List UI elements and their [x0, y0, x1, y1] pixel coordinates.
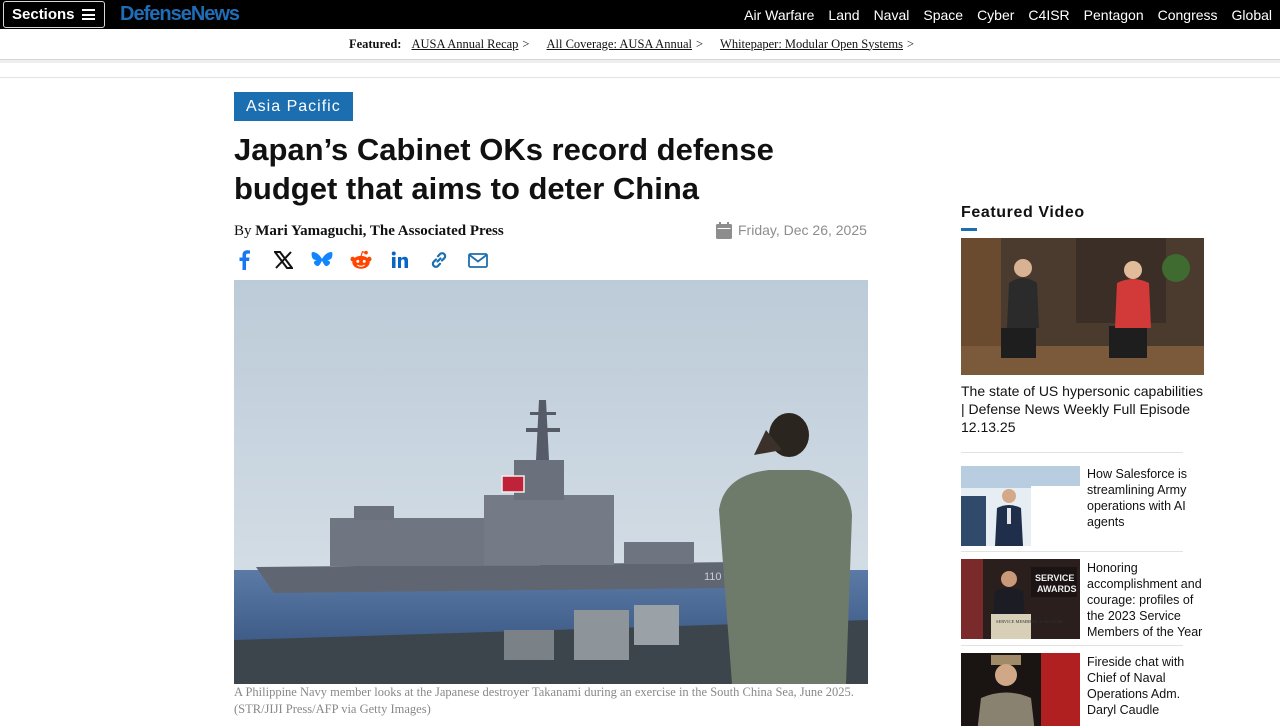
- header-divider: [0, 60, 1280, 63]
- related-thumbnail[interactable]: SERVICE AWARDS SERVICE MEMBERS of the YE…: [961, 559, 1080, 639]
- article-headline: Japan’s Cabinet OKs record defense budge…: [234, 132, 774, 206]
- sidebar-divider: [961, 452, 1183, 453]
- featured-link-whitepaper[interactable]: Whitepaper: Modular Open Systems: [720, 37, 903, 52]
- chevron-right-icon: >: [695, 36, 704, 51]
- sidebar-divider: [961, 645, 1183, 646]
- nav-link-cyber[interactable]: Cyber: [977, 7, 1014, 23]
- featured-video-title[interactable]: The state of US hypersonic capabilities …: [961, 382, 1204, 436]
- related-story-title[interactable]: Fireside chat with Chief of Naval Operat…: [1087, 654, 1209, 718]
- ad-slot-divider: [0, 77, 1280, 78]
- hero-image: 110: [234, 280, 868, 684]
- related-story-title[interactable]: How Salesforce is streamlining Army oper…: [1087, 466, 1209, 530]
- featured-label: Featured:: [348, 36, 402, 51]
- nav-link-congress[interactable]: Congress: [1158, 7, 1218, 23]
- link-icon[interactable]: [428, 249, 450, 271]
- bluesky-icon[interactable]: [311, 249, 333, 271]
- nav-link-air-warfare[interactable]: Air Warfare: [744, 7, 814, 23]
- x-icon[interactable]: [272, 249, 294, 271]
- facebook-icon[interactable]: [233, 249, 255, 271]
- nav-link-global[interactable]: Global: [1232, 7, 1272, 23]
- featured-link-ausa-recap[interactable]: AUSA Annual Recap: [411, 37, 518, 52]
- featured-bar: Featured: AUSA Annual Recap > All Covera…: [0, 29, 1280, 60]
- sections-menu-button[interactable]: Sections: [3, 1, 105, 28]
- publish-date: Friday, Dec 26, 2025: [716, 219, 868, 241]
- calendar-icon: [716, 221, 732, 239]
- related-story-title[interactable]: Honoring accomplishment and courage: pro…: [1087, 560, 1209, 640]
- site-logo[interactable]: DefenseNews: [120, 3, 240, 26]
- byline-prefix: By: [234, 223, 256, 239]
- hero-caption: A Philippine Navy member looks at the Ja…: [234, 685, 854, 716]
- nav-link-naval[interactable]: Naval: [874, 7, 910, 23]
- service-awards-sign-line2: AWARDS: [1037, 584, 1077, 594]
- related-thumbnail[interactable]: [961, 466, 1080, 546]
- podium-sign: SERVICE MEMBERS of the YEAR: [996, 619, 1062, 624]
- section-links: Air Warfare Land Naval Space Cyber C4ISR…: [730, 0, 1272, 29]
- featured-video-heading: Featured Video: [961, 204, 1085, 221]
- chevron-right-icon: >: [906, 36, 915, 51]
- featured-video-thumbnail[interactable]: [961, 238, 1204, 375]
- chevron-right-icon: >: [522, 36, 530, 51]
- byline: By Mari Yamaguchi, The Associated Press: [234, 223, 504, 240]
- service-awards-sign: SERVICE: [1035, 573, 1074, 583]
- email-icon[interactable]: [467, 249, 489, 271]
- related-thumbnail[interactable]: [961, 653, 1080, 726]
- featured-link-ausa-coverage[interactable]: All Coverage: AUSA Annual: [546, 37, 691, 52]
- nav-link-land[interactable]: Land: [828, 7, 859, 23]
- top-nav: Sections DefenseNews Air Warfare Land Na…: [0, 0, 1280, 29]
- hull-number: 110: [704, 571, 722, 583]
- hamburger-icon: [82, 9, 95, 20]
- section-kicker[interactable]: Asia Pacific: [234, 92, 353, 121]
- heading-accent-bar: [961, 228, 977, 231]
- rising-sun-flag: [501, 475, 525, 493]
- reddit-icon[interactable]: [350, 249, 372, 271]
- author-link[interactable]: Mari Yamaguchi, The Associated Press: [255, 223, 503, 239]
- nav-link-c4isr[interactable]: C4ISR: [1028, 7, 1069, 23]
- linkedin-icon[interactable]: [389, 249, 411, 271]
- nav-link-space[interactable]: Space: [923, 7, 963, 23]
- nav-link-pentagon[interactable]: Pentagon: [1084, 7, 1144, 23]
- share-bar: [233, 249, 506, 271]
- publish-date-text: Friday, Dec 26, 2025: [738, 222, 867, 238]
- sidebar-divider: [961, 551, 1183, 552]
- sections-label: Sections: [12, 6, 75, 23]
